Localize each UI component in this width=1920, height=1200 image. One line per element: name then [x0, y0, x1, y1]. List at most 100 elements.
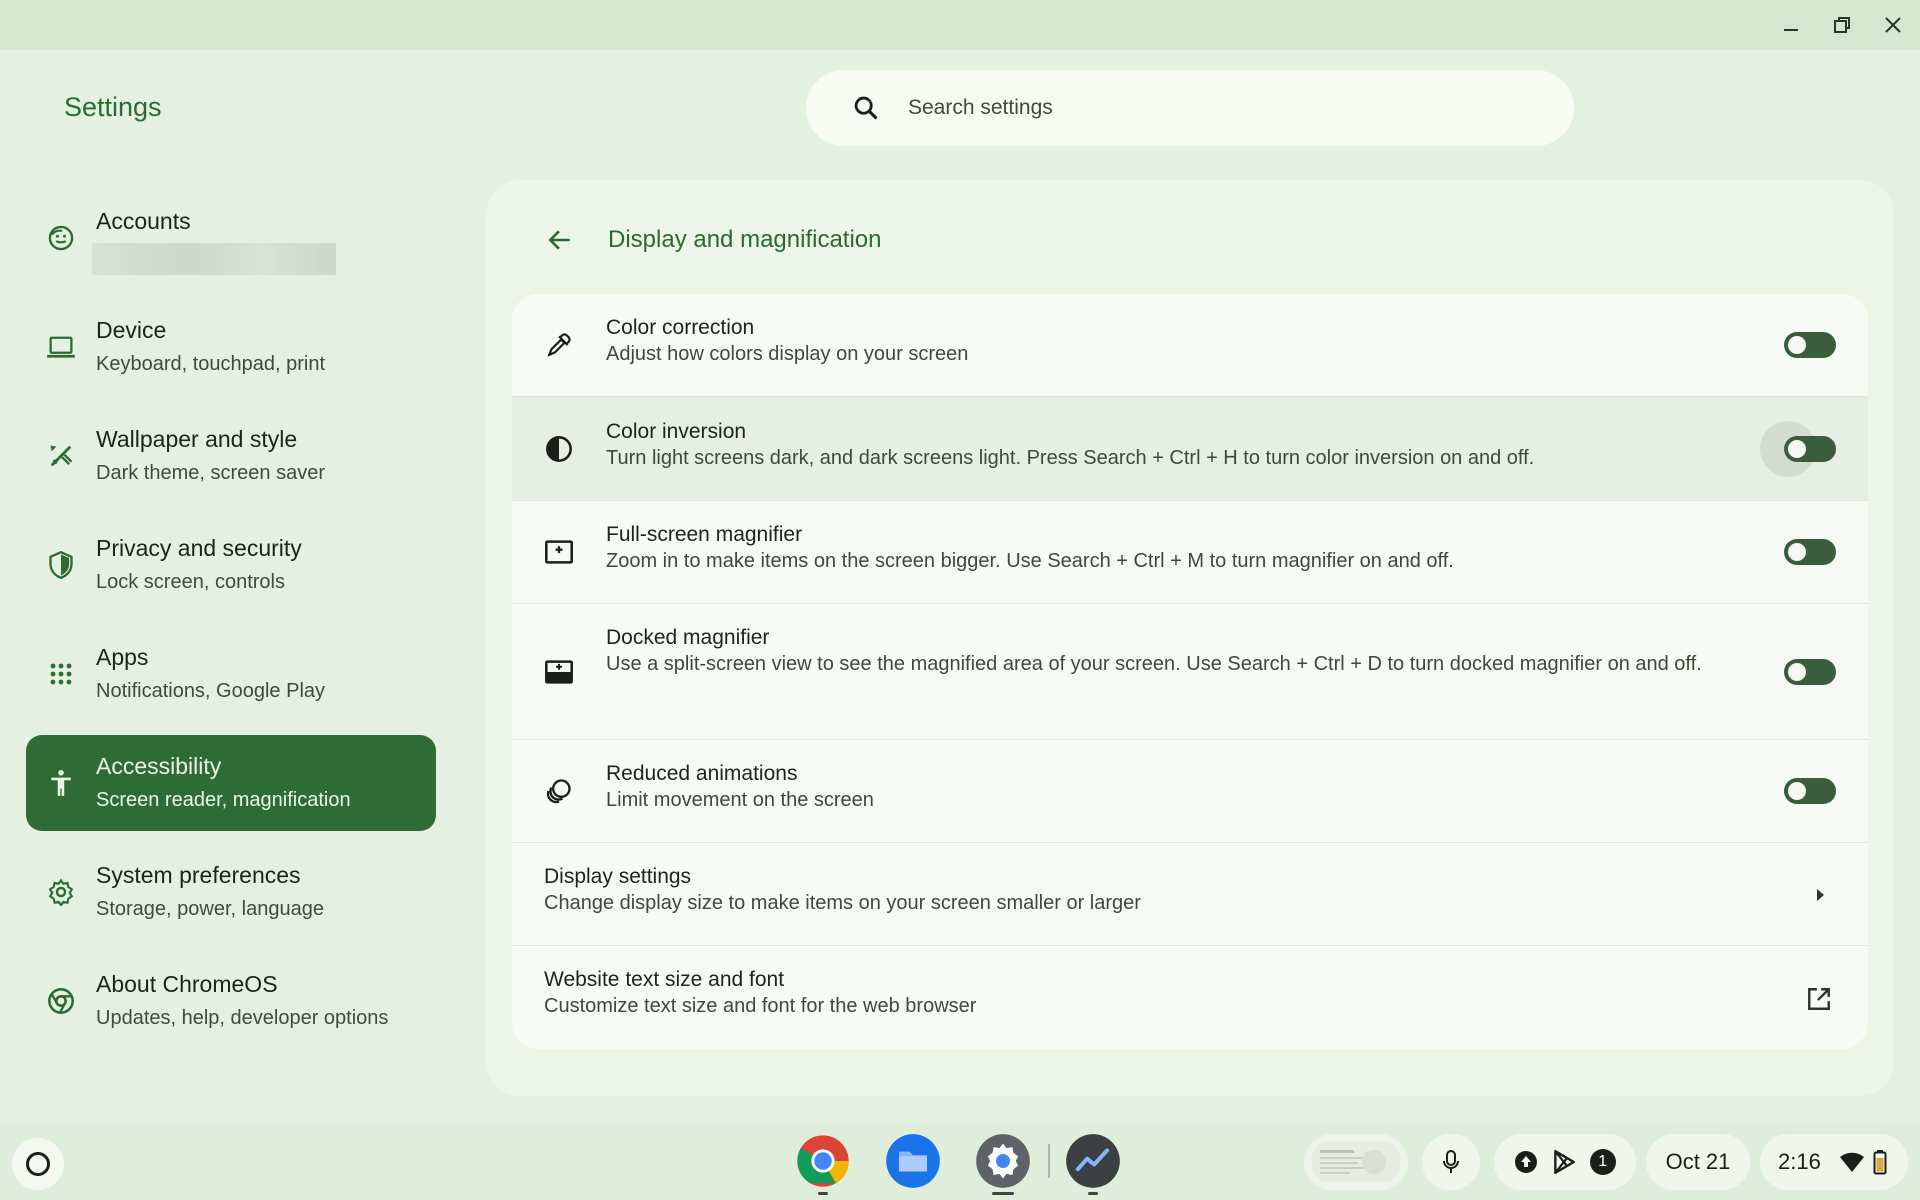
- files-icon[interactable]: [884, 1132, 942, 1190]
- time-label: 2:16: [1778, 1149, 1821, 1174]
- upload-icon: [1515, 1151, 1538, 1173]
- search-input[interactable]: [908, 96, 1508, 120]
- page-header: Display and magnification: [542, 222, 881, 258]
- setting-row-reduced-animations[interactable]: Reduced animations Limit movement on the…: [512, 740, 1868, 843]
- sidebar-item-sublabel: Storage, power, language: [96, 898, 324, 920]
- setting-description: Use a split-screen view to see the magni…: [606, 653, 1702, 675]
- notification-count-badge: 1: [1589, 1149, 1616, 1175]
- sidebar-item-label: Privacy and security: [96, 535, 302, 561]
- setting-title: Color inversion: [606, 420, 747, 443]
- launcher-button[interactable]: [12, 1138, 64, 1190]
- setting-title: Reduced animations: [606, 762, 798, 785]
- sidebar-item-label: Device: [96, 317, 167, 343]
- page-title: Display and magnification: [608, 226, 882, 253]
- main-panel: Display and magnification Color correcti…: [486, 180, 1894, 1096]
- active-indicator: [992, 1192, 1014, 1195]
- sidebar-item-about-chromeos[interactable]: About ChromeOS Updates, help, developer …: [26, 953, 436, 1049]
- setting-row-fullscreen-magnifier[interactable]: Full-screen magnifier Zoom in to make it…: [512, 501, 1868, 604]
- arrow-back-icon: [548, 230, 570, 250]
- sidebar-item-accounts[interactable]: Accounts: [26, 190, 436, 286]
- sidebar-item-accessibility[interactable]: Accessibility Screen reader, magnificati…: [26, 735, 436, 831]
- restore-icon: [1834, 17, 1850, 33]
- minimize-icon: [1784, 29, 1798, 31]
- sidebar-item-apps[interactable]: Apps Notifications, Google Play: [26, 626, 436, 722]
- setting-row-display-settings[interactable]: Display settings Change display size to …: [512, 843, 1868, 946]
- settings-card: Color correction Adjust how colors displ…: [512, 294, 1868, 1049]
- setting-title: Full-screen magnifier: [606, 523, 803, 546]
- back-button[interactable]: [542, 222, 578, 258]
- date-tray[interactable]: Oct 21: [1646, 1134, 1750, 1190]
- restore-button[interactable]: [1825, 10, 1859, 40]
- setting-row-color-correction[interactable]: Color correction Adjust how colors displ…: [512, 294, 1868, 397]
- wifi-icon: [1839, 1152, 1864, 1172]
- apps-grid-icon: [46, 659, 76, 689]
- sidebar-item-sublabel: Keyboard, touchpad, print: [96, 353, 326, 375]
- reduced-animations-toggle[interactable]: [1784, 778, 1836, 804]
- shelf: 1 Oct 21 2:16: [0, 1124, 1920, 1200]
- chromeos-icon: [46, 986, 76, 1016]
- account-email-redacted: [92, 243, 336, 275]
- accessibility-icon: [46, 768, 76, 798]
- color-correction-toggle[interactable]: [1784, 332, 1836, 358]
- setting-row-color-inversion[interactable]: Color inversion Turn light screens dark,…: [512, 397, 1868, 501]
- sidebar-item-sublabel: Dark theme, screen saver: [96, 462, 325, 484]
- minimize-button[interactable]: [1774, 10, 1808, 40]
- window-preview-thumbnail[interactable]: [1304, 1134, 1408, 1190]
- setting-row-website-text[interactable]: Website text size and font Customize tex…: [512, 946, 1868, 1049]
- setting-description: Turn light screens dark, and dark screen…: [606, 447, 1535, 469]
- docked-magnifier-toggle[interactable]: [1784, 659, 1836, 685]
- launcher-icon: [26, 1152, 50, 1176]
- sidebar-item-sublabel: Notifications, Google Play: [96, 680, 326, 702]
- sidebar-item-device[interactable]: Device Keyboard, touchpad, print: [26, 299, 436, 395]
- sidebar-item-sublabel: Lock screen, controls: [96, 571, 285, 593]
- setting-description: Customize text size and font for the web…: [544, 995, 977, 1017]
- microphone-icon: [1443, 1150, 1459, 1173]
- sidebar-item-system-preferences[interactable]: System preferences Storage, power, langu…: [26, 844, 436, 940]
- sidebar-item-privacy[interactable]: Privacy and security Lock screen, contro…: [26, 517, 436, 613]
- setting-description: Change display size to make items on you…: [544, 892, 1141, 914]
- fullscreen-magnifier-icon: [538, 531, 580, 573]
- sidebar-item-label: About ChromeOS: [96, 971, 278, 997]
- color-inversion-toggle[interactable]: [1784, 436, 1836, 462]
- palette-icon: [46, 441, 76, 471]
- eyedropper-icon: [538, 324, 580, 366]
- sidebar-item-label: System preferences: [96, 862, 301, 888]
- close-button[interactable]: [1876, 10, 1910, 40]
- status-tray[interactable]: 2:16: [1760, 1134, 1908, 1190]
- sidebar-item-sublabel: Updates, help, developer options: [96, 1007, 389, 1029]
- sidebar-item-wallpaper[interactable]: Wallpaper and style Dark theme, screen s…: [26, 408, 436, 504]
- shelf-divider: [1048, 1144, 1050, 1178]
- sidebar-item-label: Accessibility: [96, 753, 222, 779]
- account-icon: [46, 223, 76, 253]
- sidebar-item-label: Apps: [96, 644, 149, 670]
- app-title: Settings: [64, 92, 162, 122]
- setting-row-docked-magnifier[interactable]: Docked magnifier Use a split-screen view…: [512, 604, 1868, 740]
- setting-title: Display settings: [544, 865, 692, 888]
- open-in-new-icon[interactable]: [1804, 984, 1834, 1014]
- setting-description: Limit movement on the screen: [606, 789, 874, 811]
- microphone-button[interactable]: [1422, 1134, 1480, 1190]
- settings-app-icon[interactable]: [974, 1132, 1032, 1190]
- docked-magnifier-icon: [538, 651, 580, 693]
- sidebar: Accounts Device Keyboard, touchpad, prin…: [26, 190, 436, 1062]
- window-preview-icon: [1312, 1142, 1400, 1182]
- sidebar-item-label: Accounts: [96, 208, 191, 234]
- fullscreen-magnifier-toggle[interactable]: [1784, 539, 1836, 565]
- notification-tray[interactable]: 1: [1494, 1134, 1636, 1190]
- play-store-icon: [1554, 1149, 1575, 1175]
- date-label: Oct 21: [1665, 1149, 1731, 1174]
- diagnostics-icon[interactable]: [1064, 1132, 1122, 1190]
- title-bar: [0, 0, 1920, 50]
- chrome-icon[interactable]: [794, 1132, 852, 1190]
- setting-title: Docked magnifier: [606, 626, 770, 649]
- close-icon: [1885, 17, 1901, 33]
- running-indicator: [818, 1192, 828, 1195]
- animation-icon: [538, 770, 580, 812]
- contrast-icon: [538, 428, 580, 470]
- search-box[interactable]: [806, 70, 1574, 146]
- gear-icon: [46, 877, 76, 907]
- sidebar-item-sublabel: Screen reader, magnification: [96, 789, 351, 811]
- sidebar-item-label: Wallpaper and style: [96, 426, 298, 452]
- settings-window: Settings Accounts Device Keyboard, touch…: [0, 50, 1920, 1124]
- chevron-right-icon: [1808, 883, 1832, 907]
